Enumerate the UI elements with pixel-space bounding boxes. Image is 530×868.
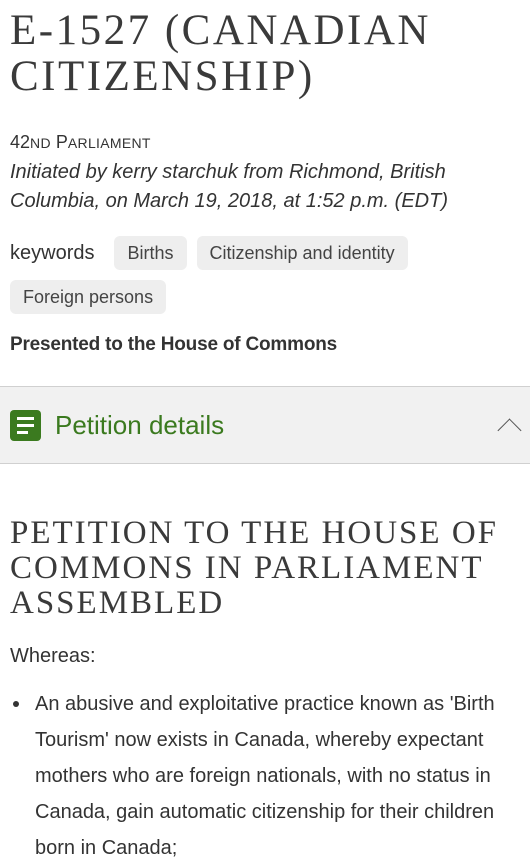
whereas-label: Whereas: bbox=[10, 645, 96, 667]
parliament-label: 42ND PARLIAMENT bbox=[10, 130, 520, 155]
initiated-by-text: Initiated by kerry starchuk from Richmon… bbox=[10, 161, 448, 212]
keyword-chip[interactable]: Births bbox=[114, 236, 187, 270]
petition-title: E-1527 (CANADIAN CITIZENSHIP) bbox=[10, 7, 431, 100]
list-item-text: An abusive and exploitative practice kno… bbox=[35, 693, 495, 859]
bullet-icon bbox=[13, 701, 19, 707]
parliament-number: 42ND bbox=[10, 132, 51, 152]
petition-details-toggle[interactable]: Petition details bbox=[0, 386, 530, 464]
status-text: Presented to the House of Commons bbox=[10, 334, 337, 355]
keyword-chip[interactable]: Citizenship and identity bbox=[196, 236, 408, 270]
whereas-list: An abusive and exploitative practice kno… bbox=[0, 686, 530, 866]
petition-details-label: Petition details bbox=[55, 409, 225, 440]
keywords-label: keywords bbox=[10, 241, 95, 264]
list-item: An abusive and exploitative practice kno… bbox=[0, 686, 530, 866]
chevron-up-icon[interactable] bbox=[497, 417, 522, 443]
document-icon bbox=[10, 409, 41, 441]
keyword-chip[interactable]: Foreign persons bbox=[10, 280, 167, 314]
parliament-word: PARLIAMENT bbox=[55, 132, 151, 152]
keywords-section: keywords Births Citizenship and identity… bbox=[10, 236, 520, 314]
petition-heading: PETITION TO THE HOUSE OF COMMONS IN PARL… bbox=[10, 515, 499, 621]
